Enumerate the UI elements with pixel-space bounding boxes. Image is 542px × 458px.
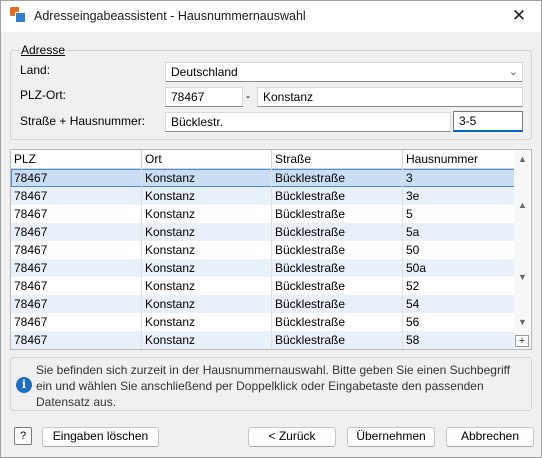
table-cell-plz: 78467 [11, 259, 142, 277]
table-cell-strasse: Bücklestraße [272, 223, 403, 241]
table-cell-strasse: Bücklestraße [272, 241, 403, 259]
table-row[interactable]: 78467 Konstanz Bücklestraße 3e [11, 187, 515, 205]
table-cell-strasse: Bücklestraße [272, 295, 403, 313]
accept-button[interactable]: Übernehmen [347, 427, 435, 447]
scroll-down-icon[interactable]: ▼ [518, 272, 527, 282]
window-title: Adresseingabeassistent - Hausnummernausw… [34, 9, 306, 23]
plz-ort-label: PLZ-Ort: [20, 88, 67, 102]
scroll-bottom-icon[interactable]: ▼ [518, 317, 527, 327]
table-cell-hausnummer: 50 [403, 241, 515, 259]
plz-input[interactable]: 78467 [165, 87, 243, 107]
table-cell-ort: Konstanz [142, 259, 272, 277]
table-cell-ort: Konstanz [142, 169, 272, 187]
table-cell-ort: Konstanz [142, 205, 272, 223]
back-button[interactable]: < Zurück [248, 427, 336, 447]
table-cell-plz: 78467 [11, 295, 142, 313]
column-header-strasse[interactable]: Straße [272, 150, 403, 169]
table-cell-hausnummer: 52 [403, 277, 515, 295]
scroll-top-icon[interactable]: ▲ [518, 154, 527, 164]
table-cell-hausnummer: 3 [403, 169, 515, 187]
table-cell-plz: 78467 [11, 241, 142, 259]
table-header: PLZ Ort Straße Hausnummer [11, 150, 515, 169]
column-header-hausnummer[interactable]: Hausnummer [403, 150, 515, 169]
hausnummer-input[interactable]: 3-5 [453, 111, 523, 132]
info-box: i Sie befinden sich zurzeit in der Hausn… [10, 357, 532, 411]
info-text: Sie befinden sich zurzeit in der Hausnum… [36, 363, 511, 409]
table-cell-ort: Konstanz [142, 295, 272, 313]
table-cell-plz: 78467 [11, 223, 142, 241]
table-cell-hausnummer: 54 [403, 295, 515, 313]
strasse-hausnummer-label: Straße + Hausnummer: [20, 114, 146, 128]
table-cell-strasse: Bücklestraße [272, 187, 403, 205]
strasse-input[interactable]: Bücklestr. [165, 112, 451, 132]
table-cell-ort: Konstanz [142, 277, 272, 295]
table-cell-strasse: Bücklestraße [272, 313, 403, 331]
table-body: 78467 Konstanz Bücklestraße 3 78467 Konstanz B… [11, 169, 515, 349]
table-cell-hausnummer: 50a [403, 259, 515, 277]
table-cell-strasse: Bücklestraße [272, 331, 403, 349]
table-cell-plz: 78467 [11, 277, 142, 295]
address-group-label-text: Adresse [21, 43, 66, 57]
table-cell-strasse: Bücklestraße [272, 205, 403, 223]
close-button[interactable]: ✕ [497, 1, 541, 32]
table-cell-ort: Konstanz [142, 223, 272, 241]
table-cell-hausnummer: 3e [403, 187, 515, 205]
table-row[interactable]: 78467 Konstanz Bücklestraße 50 [11, 241, 515, 259]
title-bar: Adresseingabeassistent - Hausnummernausw… [1, 1, 541, 32]
table-cell-hausnummer: 56 [403, 313, 515, 331]
help-button[interactable]: ? [14, 427, 32, 445]
table-cell-plz: 78467 [11, 187, 142, 205]
table-row[interactable]: 78467 Konstanz Bücklestraße 5a [11, 223, 515, 241]
table-cell-strasse: Bücklestraße [272, 169, 403, 187]
land-select-value: Deutschland [171, 65, 238, 79]
table-cell-ort: Konstanz [142, 313, 272, 331]
table-scrollbar[interactable]: ▲ ▲ ▼ ▼ [514, 150, 531, 349]
table-cell-hausnummer: 58 [403, 331, 515, 349]
address-assistant-window: Adresseingabeassistent - Hausnummernausw… [0, 0, 542, 458]
table-cell-plz: 78467 [11, 169, 142, 187]
land-select[interactable]: Deutschland ⌄ [165, 62, 523, 82]
ort-input[interactable]: Konstanz [257, 87, 523, 107]
app-icon [10, 7, 26, 23]
chevron-down-icon[interactable]: ⌄ [509, 65, 518, 80]
clear-inputs-button[interactable]: Eingaben löschen [42, 427, 159, 447]
table-row[interactable]: 78467 Konstanz Bücklestraße 56 [11, 313, 515, 331]
address-group-label: Adresse [20, 43, 67, 57]
table-row[interactable]: 78467 Konstanz Bücklestraße 52 [11, 277, 515, 295]
table-cell-hausnummer: 5a [403, 223, 515, 241]
table-row[interactable]: 78467 Konstanz Bücklestraße 50a [11, 259, 515, 277]
table-cell-strasse: Bücklestraße [272, 259, 403, 277]
cancel-button[interactable]: Abbrechen [446, 427, 534, 447]
land-label: Land: [20, 63, 51, 77]
column-header-plz[interactable]: PLZ [11, 150, 142, 169]
table-cell-strasse: Bücklestraße [272, 277, 403, 295]
table-cell-hausnummer: 5 [403, 205, 515, 223]
table-row[interactable]: 78467 Konstanz Bücklestraße 58 [11, 331, 515, 349]
table-row[interactable]: 78467 Konstanz Bücklestraße 5 [11, 205, 515, 223]
table-cell-plz: 78467 [11, 205, 142, 223]
table-cell-ort: Konstanz [142, 331, 272, 349]
info-icon: i [16, 377, 32, 393]
results-table[interactable]: PLZ Ort Straße Hausnummer 78467 Konstanz B… [10, 149, 532, 350]
table-cell-ort: Konstanz [142, 241, 272, 259]
table-cell-ort: Konstanz [142, 187, 272, 205]
column-header-ort[interactable]: Ort [142, 150, 272, 169]
table-cell-plz: 78467 [11, 331, 142, 349]
expand-icon[interactable]: + [515, 335, 529, 347]
table-row[interactable]: 78467 Konstanz Bücklestraße 3 [11, 169, 515, 187]
scroll-up-icon[interactable]: ▲ [518, 200, 527, 210]
plz-ort-separator: - [246, 89, 250, 103]
table-cell-plz: 78467 [11, 313, 142, 331]
table-row[interactable]: 78467 Konstanz Bücklestraße 54 [11, 295, 515, 313]
